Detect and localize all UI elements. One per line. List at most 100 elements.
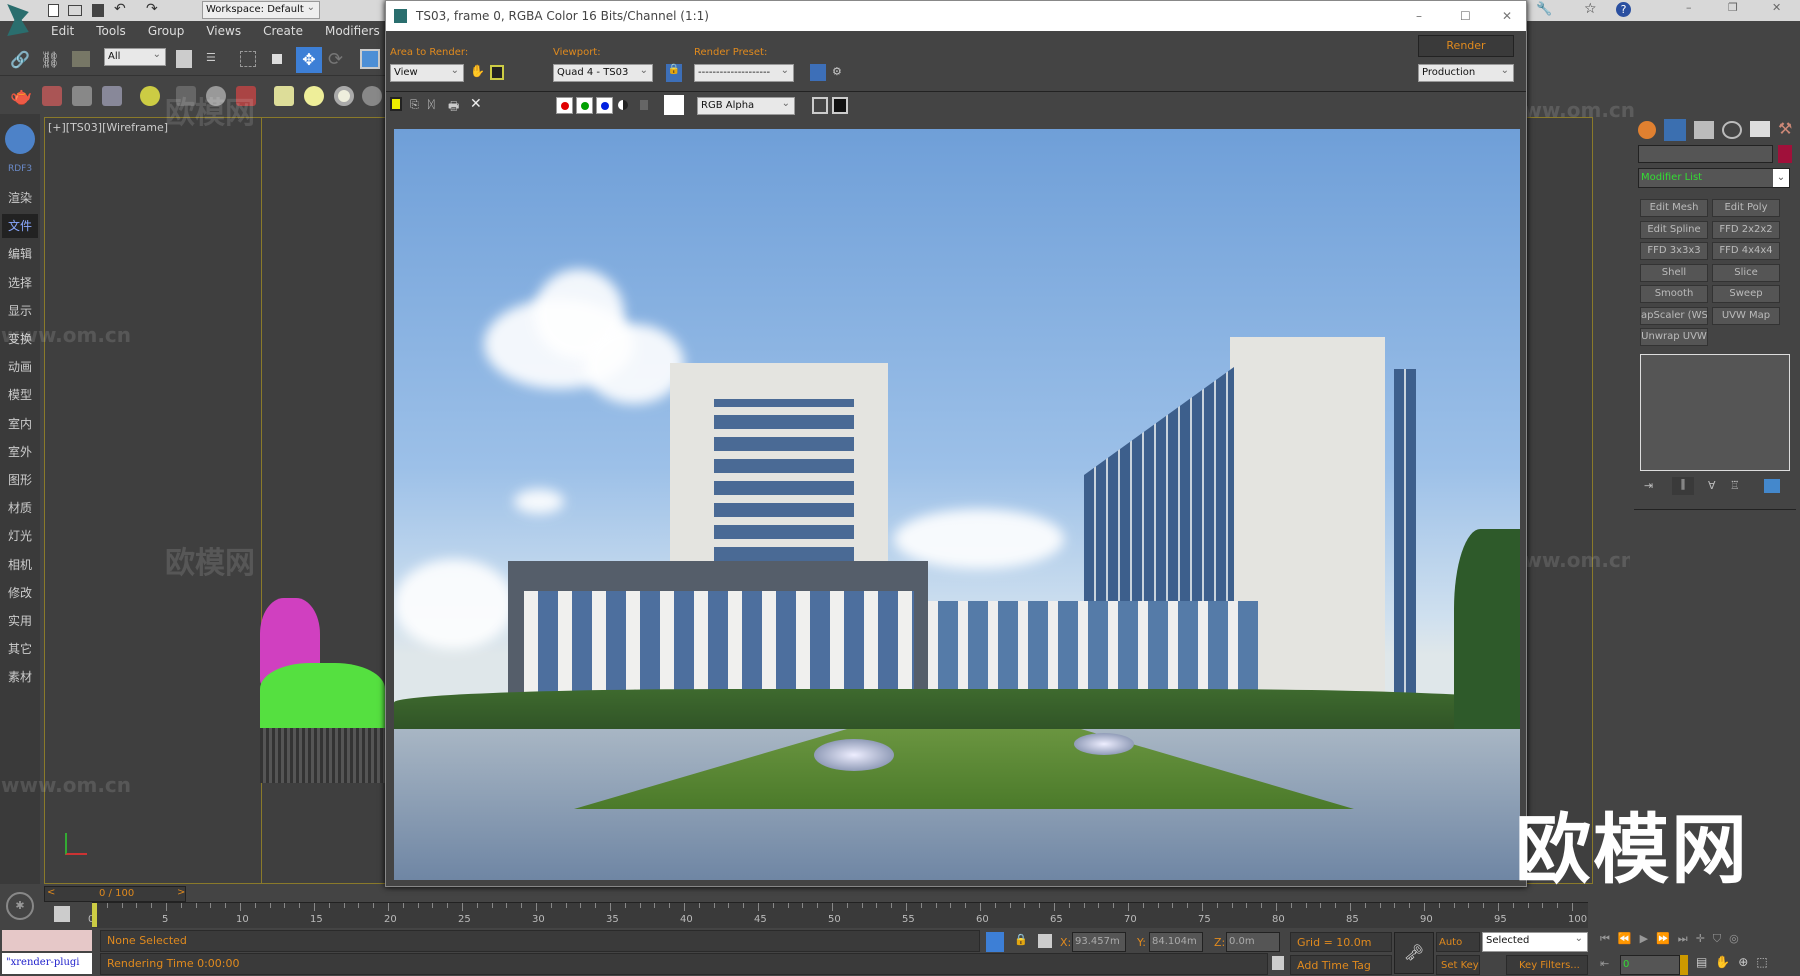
- sidebar-item[interactable]: 相机: [2, 553, 38, 577]
- modifier-button[interactable]: FFD 2x2x2: [1712, 220, 1780, 239]
- restore-button[interactable]: ❐: [1728, 1, 1738, 14]
- sidebar-item[interactable]: 室外: [2, 440, 38, 464]
- render-preset-select[interactable]: --------------------: [694, 64, 794, 82]
- time-slider[interactable]: < 0 / 100 >: [44, 886, 186, 902]
- hierarchy-tab-icon[interactable]: [1694, 121, 1714, 139]
- sidebar-item[interactable]: 材质: [2, 496, 38, 520]
- configure-sets-icon[interactable]: [1764, 479, 1780, 493]
- lock-viewport-icon[interactable]: 🔒: [666, 64, 682, 82]
- link-icon[interactable]: 🔗: [10, 50, 30, 69]
- orbit-icon[interactable]: ◎: [1729, 932, 1739, 952]
- modifier-button[interactable]: Slice: [1712, 263, 1780, 282]
- key-filters-button[interactable]: Key Filters...: [1506, 955, 1588, 975]
- light-icon[interactable]: [140, 86, 160, 106]
- environment-gear-icon[interactable]: ⚙: [832, 65, 842, 78]
- redo-icon[interactable]: ↷: [146, 1, 158, 17]
- set-key-button[interactable]: Set Key: [1436, 955, 1480, 975]
- select-region-icon[interactable]: [240, 51, 256, 67]
- shell-icon[interactable]: [362, 86, 382, 106]
- blue-channel-toggle[interactable]: [596, 97, 613, 114]
- new-file-icon[interactable]: [48, 4, 59, 17]
- channel-display-select[interactable]: RGB Alpha: [697, 96, 795, 115]
- sidebar-item[interactable]: 编辑: [2, 242, 38, 266]
- help-icon[interactable]: ?: [1616, 2, 1631, 17]
- render-maximize-button[interactable]: ☐: [1460, 1, 1471, 31]
- ellipse-icon[interactable]: [304, 86, 324, 106]
- modifier-list-select[interactable]: Modifier List ⌄: [1638, 168, 1790, 188]
- go-to-end-icon[interactable]: ⏭: [1678, 932, 1688, 952]
- star-icon[interactable]: ☆: [1584, 1, 1597, 17]
- absolute-mode-icon[interactable]: [1038, 934, 1052, 948]
- next-key-icon[interactable]: ⏩: [1656, 932, 1670, 952]
- remove-modifier-icon[interactable]: ♖: [1730, 479, 1740, 492]
- toggle-ui-icon[interactable]: [832, 97, 848, 114]
- auto-region-icon[interactable]: [490, 65, 504, 80]
- render-button[interactable]: Render: [1418, 35, 1514, 57]
- plane-icon[interactable]: [274, 86, 294, 106]
- modifier-button[interactable]: Smooth: [1640, 285, 1708, 303]
- window-crossing-icon[interactable]: [272, 54, 282, 64]
- timeline-ruler[interactable]: 0510152025303540455055606570758085909510…: [88, 902, 1588, 928]
- viewport-label[interactable]: [+][TS03][Wireframe]: [48, 121, 168, 134]
- sidebar-item[interactable]: 修改: [2, 581, 38, 605]
- key-mode-toggle-icon[interactable]: ⇤: [1600, 957, 1609, 970]
- clone-window-icon[interactable]: ᛞ: [428, 98, 435, 111]
- swatch-color[interactable]: [664, 95, 684, 115]
- menu-modifiers[interactable]: Modifiers: [314, 21, 391, 42]
- select-by-name-icon[interactable]: ☰: [206, 51, 216, 64]
- modifier-button[interactable]: Shell: [1640, 263, 1708, 282]
- area-to-render-select[interactable]: View: [390, 63, 464, 82]
- menu-tools[interactable]: Tools: [85, 21, 137, 42]
- layer-manager-icon[interactable]: [102, 86, 122, 106]
- menu-views[interactable]: Views: [195, 21, 252, 42]
- sidebar-item[interactable]: 图形: [2, 468, 38, 492]
- render-mode-select[interactable]: Production: [1418, 63, 1514, 82]
- sidebar-item[interactable]: 实用: [2, 609, 38, 633]
- sidebar-item[interactable]: 动画: [2, 355, 38, 379]
- walk-through-icon[interactable]: ✛: [1696, 932, 1705, 952]
- modifier-button[interactable]: FFD 3x3x3: [1640, 242, 1708, 260]
- sidebar-item[interactable]: 室内: [2, 412, 38, 436]
- object-name-field[interactable]: [1638, 145, 1773, 163]
- modifier-button[interactable]: apScaler (WSM: [1640, 306, 1708, 325]
- prev-key-icon[interactable]: ⏪: [1618, 932, 1632, 952]
- auto-key-button[interactable]: Auto Key: [1436, 932, 1480, 968]
- key-mode-select[interactable]: Selected: [1482, 931, 1588, 952]
- play-icon[interactable]: ▶: [1640, 932, 1648, 952]
- z-coordinate-field[interactable]: 0.0m: [1226, 932, 1280, 952]
- scale-icon[interactable]: [360, 49, 380, 69]
- save-icon[interactable]: [92, 4, 104, 17]
- make-unique-icon[interactable]: ∀: [1708, 479, 1716, 492]
- selection-filter-select[interactable]: All: [104, 47, 166, 66]
- curve-editor-icon[interactable]: [54, 906, 70, 922]
- close-button[interactable]: ✕: [1772, 1, 1781, 14]
- select-object-icon[interactable]: [176, 50, 192, 68]
- workspace-select[interactable]: Workspace: Default: [202, 0, 320, 19]
- shield-icon[interactable]: ⛉: [1713, 932, 1721, 952]
- maximize-viewport-icon[interactable]: ⬚: [1756, 955, 1767, 969]
- app-logo[interactable]: [7, 4, 29, 36]
- ring-icon[interactable]: [334, 86, 354, 106]
- red-channel-toggle[interactable]: [556, 97, 573, 114]
- show-end-result-icon[interactable]: ‖: [1672, 477, 1694, 495]
- next-frame-icon[interactable]: >: [177, 887, 185, 898]
- motion-tab-icon[interactable]: [1722, 121, 1742, 139]
- print-icon[interactable]: 🖶: [448, 97, 459, 118]
- pin-stack-icon[interactable]: ⇥: [1644, 479, 1653, 492]
- lock-selection-icon[interactable]: 🔒: [1014, 933, 1028, 946]
- camera-icon[interactable]: [176, 86, 196, 106]
- sidebar-item[interactable]: 选择: [2, 271, 38, 295]
- plugin-logo[interactable]: [5, 124, 35, 154]
- time-config-icon[interactable]: ▤: [1696, 955, 1707, 969]
- modifier-button[interactable]: Edit Spline: [1640, 220, 1708, 239]
- modifier-button[interactable]: Edit Mesh: [1640, 199, 1708, 217]
- menu-edit[interactable]: Edit: [40, 21, 85, 42]
- x-coordinate-field[interactable]: 93.457m: [1072, 932, 1126, 952]
- menu-create[interactable]: Create: [252, 21, 314, 42]
- alpha-toggle-icon[interactable]: [618, 100, 628, 110]
- frame-spinner[interactable]: [1680, 955, 1688, 975]
- sidebar-item[interactable]: 显示: [2, 299, 38, 323]
- modifier-button[interactable]: Sweep: [1712, 285, 1780, 303]
- rotate-icon[interactable]: ⟳: [328, 49, 343, 70]
- render-setup-icon[interactable]: [42, 86, 62, 106]
